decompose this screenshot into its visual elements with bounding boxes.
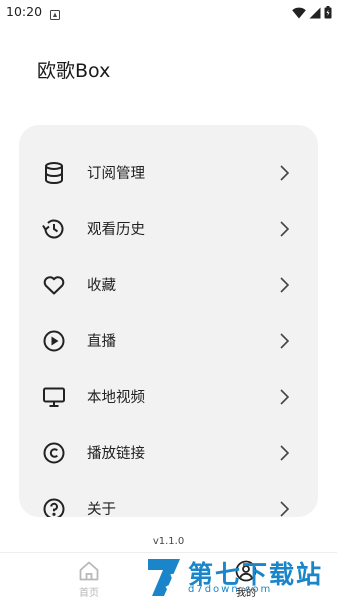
chevron-right-icon (278, 164, 290, 182)
watermark-url: d7down.com (188, 584, 273, 595)
menu-item-label: 直播 (87, 334, 116, 350)
menu-item-subscription[interactable]: 订阅管理 (19, 145, 318, 201)
menu-item-about[interactable]: 关于 (19, 481, 318, 517)
battery-icon (324, 4, 332, 23)
wifi-icon (292, 4, 306, 23)
menu-item-label: 关于 (87, 502, 116, 517)
menu-item-label: 订阅管理 (87, 166, 145, 182)
monitor-icon (41, 384, 67, 410)
menu-card: 订阅管理 观看历史 收藏 直播 本地视频 播放链接 关于 (19, 125, 318, 517)
menu-item-live[interactable]: 直播 (19, 313, 318, 369)
app-title: 欧歌Box (37, 60, 111, 82)
chevron-right-icon (278, 500, 290, 517)
menu-item-local-video[interactable]: 本地视频 (19, 369, 318, 425)
menu-item-label: 观看历史 (87, 222, 145, 238)
heart-icon (41, 272, 67, 298)
cellular-icon (309, 4, 321, 23)
chevron-right-icon (278, 276, 290, 294)
menu-item-label: 本地视频 (87, 390, 145, 406)
version-label: v1.1.0 (152, 536, 185, 547)
status-time: 10:20 (6, 4, 43, 19)
chevron-right-icon (278, 332, 290, 350)
menu-item-history[interactable]: 观看历史 (19, 201, 318, 257)
tab-home-label: 首页 (79, 588, 99, 599)
watermark: 第七下载站 d7down.com (144, 554, 337, 600)
status-icons (292, 4, 332, 23)
home-icon (77, 559, 101, 583)
status-bar: 10:20 (0, 0, 337, 24)
menu-item-favorites[interactable]: 收藏 (19, 257, 318, 313)
play-circle-icon (41, 328, 67, 354)
menu-item-label: 播放链接 (87, 446, 145, 462)
watermark-logo-icon (144, 556, 184, 598)
help-circle-icon (41, 496, 67, 517)
tab-home[interactable]: 首页 (59, 553, 119, 600)
history-icon (41, 216, 67, 242)
menu-item-label: 收藏 (87, 278, 116, 294)
chevron-right-icon (278, 444, 290, 462)
notification-icon (50, 5, 60, 20)
chevron-right-icon (278, 388, 290, 406)
database-icon (41, 160, 67, 186)
chevron-right-icon (278, 220, 290, 238)
menu-item-play-link[interactable]: 播放链接 (19, 425, 318, 481)
copyright-icon (41, 440, 67, 466)
